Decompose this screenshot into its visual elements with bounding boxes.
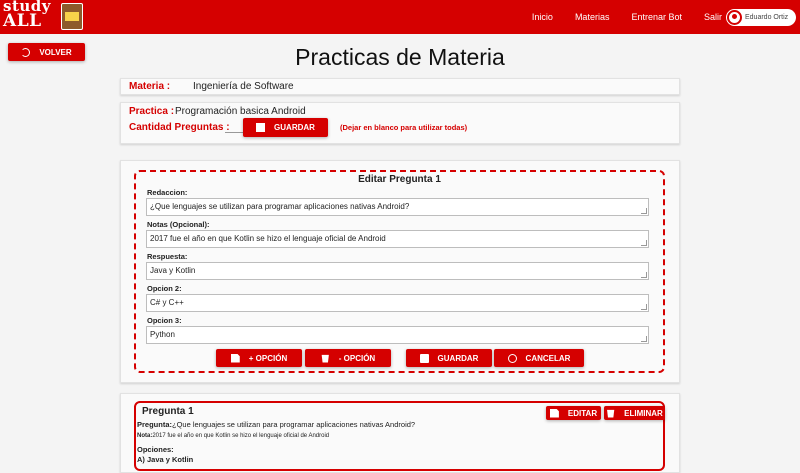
remove-option-button[interactable]: - OPCIÓN bbox=[305, 349, 391, 367]
save-cantidad-button[interactable]: GUARDAR bbox=[243, 118, 328, 137]
notas-label: Notas (Opcional): bbox=[147, 220, 210, 229]
opcion-3-label: Opcion 3: bbox=[147, 316, 182, 325]
redaccion-textarea[interactable]: ¿Que lenguajes se utilizan para programa… bbox=[146, 198, 649, 216]
practica-value: Programación basica Android bbox=[175, 106, 306, 117]
book-icon bbox=[61, 3, 83, 30]
materia-value: Ingeniería de Software bbox=[193, 81, 294, 92]
remove-option-label: - OPCIÓN bbox=[338, 353, 376, 363]
add-box-icon bbox=[256, 123, 266, 132]
cancel-label: CANCELAR bbox=[525, 353, 571, 363]
nota-label: Nota: bbox=[137, 433, 153, 439]
respuesta-textarea[interactable]: Java y Kotlin bbox=[146, 262, 649, 280]
nav-links: Inicio Materias Entrenar Bot Salir bbox=[510, 0, 722, 34]
trash-icon bbox=[321, 354, 329, 363]
question-card: Pregunta 1 EDITAR ELIMINAR Pregunta:¿Que… bbox=[134, 401, 665, 471]
save-question-label: GUARDAR bbox=[437, 353, 479, 363]
logo-text: study ALL bbox=[3, 0, 51, 31]
add-option-label: + OPCIÓN bbox=[248, 353, 288, 363]
user-avatar-icon bbox=[727, 10, 742, 25]
logo-text-bottom: ALL bbox=[3, 11, 42, 31]
materia-card: Materia : Ingeniería de Software bbox=[120, 78, 680, 95]
opcion-2-textarea[interactable]: C# y C++ bbox=[146, 294, 649, 312]
option-a: A) Java y Kotlin bbox=[137, 455, 194, 464]
save-question-button[interactable]: GUARDAR bbox=[406, 349, 492, 367]
pregunta-label: Pregunta: bbox=[137, 420, 173, 429]
opcion-2-label: Opcion 2: bbox=[147, 284, 182, 293]
nav-link-materias[interactable]: Materias bbox=[575, 12, 610, 22]
opcion-3-textarea[interactable]: Python bbox=[146, 326, 649, 344]
add-document-icon bbox=[230, 353, 240, 363]
add-option-button[interactable]: + OPCIÓN bbox=[216, 349, 302, 367]
nota-value: 2017 fue el año en que Kotlin se hizo el… bbox=[152, 433, 330, 439]
cantidad-preguntas-input[interactable] bbox=[225, 121, 243, 133]
opciones-label: Opciones: bbox=[137, 445, 174, 454]
study-all-logo[interactable]: study ALL bbox=[3, 0, 87, 33]
delete-question-label: ELIMINAR bbox=[624, 408, 663, 418]
save-icon bbox=[419, 353, 429, 363]
practica-label: Practica : bbox=[129, 106, 175, 117]
cantidad-preguntas-label: Cantidad Preguntas : bbox=[129, 122, 230, 133]
delete-icon bbox=[607, 409, 615, 418]
nav-link-inicio[interactable]: Inicio bbox=[532, 12, 553, 22]
edit-icon bbox=[549, 408, 559, 418]
save-cantidad-label: GUARDAR bbox=[274, 123, 315, 132]
practica-card: Practica : Programación basica Android C… bbox=[120, 102, 680, 144]
pregunta-value: ¿Que lenguajes se utilizan para programa… bbox=[172, 420, 416, 429]
redaccion-label: Redaccion: bbox=[147, 188, 188, 197]
question-text-line: Pregunta:¿Que lenguajes se utilizan para… bbox=[137, 420, 415, 429]
user-name: Eduardo Ortiz bbox=[745, 14, 789, 21]
edit-question-label: EDITAR bbox=[567, 408, 598, 418]
cantidad-hint: (Dejar en blanco para utilizar todas) bbox=[340, 123, 468, 132]
materia-label: Materia : bbox=[129, 81, 171, 92]
cancel-icon bbox=[507, 353, 517, 363]
respuesta-label: Respuesta: bbox=[147, 252, 188, 261]
edit-question-form: Editar Pregunta 1 Redaccion: ¿Que lengua… bbox=[134, 170, 665, 373]
question-note-line: Nota:2017 fue el año en que Kotlin se hi… bbox=[137, 433, 329, 439]
user-chip[interactable]: Eduardo Ortiz bbox=[726, 9, 796, 26]
delete-question-button[interactable]: ELIMINAR bbox=[604, 406, 665, 420]
edit-form-title: Editar Pregunta 1 bbox=[358, 174, 441, 185]
nav-link-salir[interactable]: Salir bbox=[704, 12, 722, 22]
page-title: Practicas de Materia bbox=[295, 44, 505, 70]
cancel-button[interactable]: CANCELAR bbox=[494, 349, 584, 367]
top-navbar: study ALL Inicio Materias Entrenar Bot S… bbox=[0, 0, 800, 34]
question-title: Pregunta 1 bbox=[142, 406, 194, 417]
notas-textarea[interactable]: 2017 fue el año en que Kotlin se hizo el… bbox=[146, 230, 649, 248]
edit-question-button[interactable]: EDITAR bbox=[546, 406, 601, 420]
nav-link-entrenar-bot[interactable]: Entrenar Bot bbox=[631, 12, 682, 22]
